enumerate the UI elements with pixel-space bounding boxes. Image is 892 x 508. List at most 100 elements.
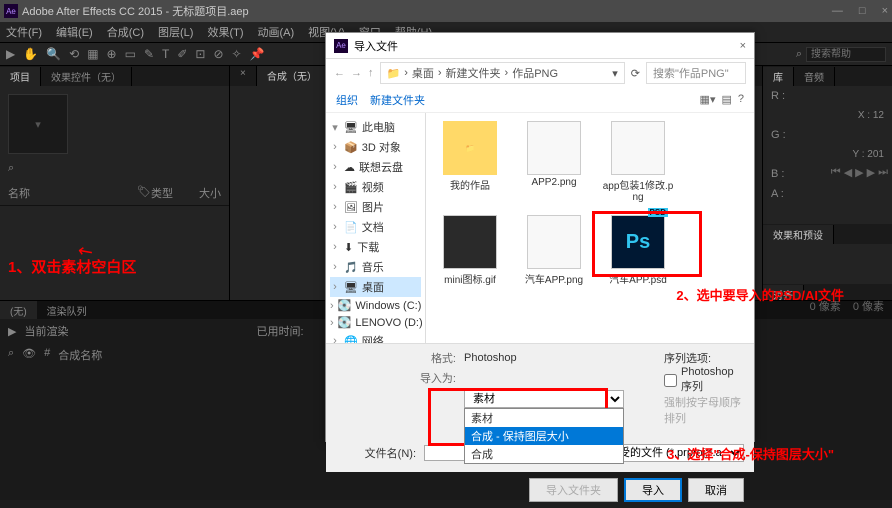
tree-thispc[interactable]: ▾🖥此电脑 bbox=[330, 117, 421, 137]
file-car-psd[interactable]: PsPSD 汽车APP.psd bbox=[602, 215, 674, 286]
maximize-button[interactable]: □ bbox=[859, 5, 866, 17]
crumb-dropdown-icon[interactable]: ▾ bbox=[612, 67, 618, 80]
folder-thumb-icon: 📁 bbox=[443, 121, 497, 175]
nav-back-icon[interactable]: ← bbox=[334, 67, 345, 79]
crumb-newfolder[interactable]: 新建文件夹 bbox=[446, 65, 501, 81]
menu-layer[interactable]: 图层(L) bbox=[158, 24, 193, 40]
new-folder-button[interactable]: 新建文件夹 bbox=[370, 92, 425, 108]
dialog-search[interactable]: 搜索"作品PNG" bbox=[646, 62, 746, 84]
layer-search-icon[interactable]: ⌕ bbox=[8, 347, 14, 363]
file-app2[interactable]: APP2.png bbox=[518, 121, 590, 203]
tree-lenovod[interactable]: ›💽LENOVO (D:) bbox=[330, 314, 421, 331]
close-button[interactable]: × bbox=[882, 5, 888, 17]
play-icon[interactable]: ▶ bbox=[855, 166, 863, 179]
tab-timeline-none[interactable]: (无) bbox=[0, 301, 37, 319]
dialog-close-button[interactable]: × bbox=[740, 40, 746, 52]
comp-tab-close[interactable]: × bbox=[230, 66, 257, 86]
nav-up-icon[interactable]: ↑ bbox=[368, 67, 374, 79]
folder-tree: ▾🖥此电脑 ›📦3D 对象 ›☁联想云盘 ›🎬视频 ›🖼图片 ›📄文档 ›⬇下载… bbox=[326, 113, 426, 343]
tree-music[interactable]: ›🎵音乐 bbox=[330, 257, 421, 277]
tab-render-queue[interactable]: 渲染队列 bbox=[37, 301, 97, 319]
file-app-wrap[interactable]: app包装1修改.png bbox=[602, 121, 674, 203]
dialog-nav: ← → ↑ 📁 › 桌面 › 新建文件夹 › 作品PNG ▾ ⟳ 搜索"作品PN… bbox=[326, 59, 754, 87]
tab-project[interactable]: 项目 bbox=[0, 67, 41, 86]
ps-seq-label: Photoshop 序列 bbox=[681, 366, 744, 394]
minimize-button[interactable]: — bbox=[832, 5, 843, 17]
tree-network[interactable]: ›🌐网络 bbox=[330, 331, 421, 343]
menu-composition[interactable]: 合成(C) bbox=[107, 24, 144, 40]
breadcrumb[interactable]: 📁 › 桌面 › 新建文件夹 › 作品PNG ▾ bbox=[380, 62, 625, 84]
dd-comp-retain[interactable]: 合成 - 保持图层大小 bbox=[465, 427, 623, 445]
tab-library[interactable]: 库 bbox=[763, 67, 794, 86]
col-tag-icon[interactable]: 🏷 bbox=[137, 185, 151, 201]
col-type[interactable]: 类型 bbox=[151, 185, 191, 201]
anchor-tool-icon[interactable]: ⊕ bbox=[107, 47, 117, 61]
dd-comp[interactable]: 合成 bbox=[465, 445, 623, 463]
text-tool-icon[interactable]: T bbox=[162, 47, 169, 61]
import-button[interactable]: 导入 bbox=[624, 478, 682, 502]
rotate-tool-icon[interactable]: ⟲ bbox=[69, 47, 79, 61]
play-icon[interactable]: ▶ bbox=[8, 325, 16, 338]
tree-cloud[interactable]: ›☁联想云盘 bbox=[330, 157, 421, 177]
nav-forward-icon[interactable]: → bbox=[351, 67, 362, 79]
stamp-tool-icon[interactable]: ⊡ bbox=[195, 47, 205, 61]
selection-tool-icon[interactable]: ▶ bbox=[6, 47, 15, 61]
puppet-tool-icon[interactable]: 📌 bbox=[250, 47, 265, 61]
import-folder-button[interactable]: 导入文件夹 bbox=[529, 478, 618, 502]
project-thumbnail[interactable]: ▾ bbox=[8, 94, 68, 154]
tree-video[interactable]: ›🎬视频 bbox=[330, 177, 421, 197]
first-frame-icon[interactable]: ⏮ bbox=[831, 166, 841, 179]
tree-3d[interactable]: ›📦3D 对象 bbox=[330, 137, 421, 157]
refresh-icon[interactable]: ⟳ bbox=[631, 67, 640, 80]
tree-winc[interactable]: ›💽Windows (C:) bbox=[330, 297, 421, 314]
crumb-works[interactable]: 作品PNG bbox=[512, 65, 558, 81]
force-alpha-label: 强制按字母顺序排列 bbox=[664, 394, 744, 426]
tree-desktop[interactable]: ›🖥桌面 bbox=[330, 277, 421, 297]
layer-eye-icon[interactable]: 👁 bbox=[22, 347, 36, 363]
roto-tool-icon[interactable]: ✧ bbox=[232, 47, 242, 61]
search-help-input[interactable] bbox=[806, 47, 886, 62]
shape-tool-icon[interactable]: ▭ bbox=[125, 47, 136, 61]
organize-button[interactable]: 组织 bbox=[336, 92, 358, 108]
next-frame-icon[interactable]: ▶ bbox=[867, 166, 875, 179]
dd-footage[interactable]: 素材 bbox=[465, 409, 623, 427]
file-mini-gif[interactable]: mini图标.gif bbox=[434, 215, 506, 286]
project-search[interactable]: ⌕ bbox=[0, 162, 229, 175]
prev-frame-icon[interactable]: ◀ bbox=[844, 166, 852, 179]
menu-file[interactable]: 文件(F) bbox=[6, 24, 42, 40]
import-as-dropdown: 素材 合成 - 保持图层大小 合成 bbox=[464, 408, 624, 464]
file-folder-works[interactable]: 📁 我的作品 bbox=[434, 121, 506, 203]
current-render-label: 当前渲染 bbox=[24, 323, 68, 339]
png-thumb-icon bbox=[611, 121, 665, 175]
tree-pics[interactable]: ›🖼图片 bbox=[330, 197, 421, 217]
menu-effect[interactable]: 效果(T) bbox=[207, 24, 243, 40]
menu-animation[interactable]: 动画(A) bbox=[258, 24, 295, 40]
brush-tool-icon[interactable]: ✐ bbox=[177, 47, 187, 61]
camera-tool-icon[interactable]: ▦ bbox=[87, 47, 98, 61]
dialog-toolbar: 组织 新建文件夹 ▦▾ ▤ ? bbox=[326, 87, 754, 113]
eraser-tool-icon[interactable]: ⊘ bbox=[213, 47, 223, 61]
tab-effect-controls[interactable]: 效果控件（无） bbox=[41, 67, 132, 86]
dialog-buttons: 导入文件夹 导入 取消 bbox=[326, 472, 754, 508]
zoom-tool-icon[interactable]: 🔍 bbox=[46, 47, 61, 61]
pen-tool-icon[interactable]: ✎ bbox=[144, 47, 154, 61]
last-frame-icon[interactable]: ⏭ bbox=[878, 166, 888, 179]
coord-x: X : 12 bbox=[763, 106, 892, 125]
import-as-select[interactable]: 素材 bbox=[464, 390, 624, 408]
file-car-png[interactable]: 汽车APP.png bbox=[518, 215, 590, 286]
view-details-button[interactable]: ▤ bbox=[721, 93, 731, 106]
comp-tab[interactable]: 合成（无） bbox=[257, 66, 328, 86]
tab-audio[interactable]: 音频 bbox=[794, 67, 835, 86]
hand-tool-icon[interactable]: ✋ bbox=[23, 47, 38, 61]
menu-edit[interactable]: 编辑(E) bbox=[56, 24, 93, 40]
ps-seq-checkbox[interactable] bbox=[664, 374, 677, 387]
cancel-button[interactable]: 取消 bbox=[688, 478, 744, 502]
help-icon[interactable]: ? bbox=[738, 93, 744, 106]
col-name[interactable]: 名称 bbox=[8, 185, 137, 201]
crumb-desktop[interactable]: 桌面 bbox=[412, 65, 434, 81]
col-size[interactable]: 大小 bbox=[191, 185, 221, 201]
tab-effects-presets[interactable]: 效果和预设 bbox=[763, 225, 834, 244]
view-icons-button[interactable]: ▦▾ bbox=[700, 93, 716, 106]
tree-dl[interactable]: ›⬇下载 bbox=[330, 237, 421, 257]
tree-docs[interactable]: ›📄文档 bbox=[330, 217, 421, 237]
